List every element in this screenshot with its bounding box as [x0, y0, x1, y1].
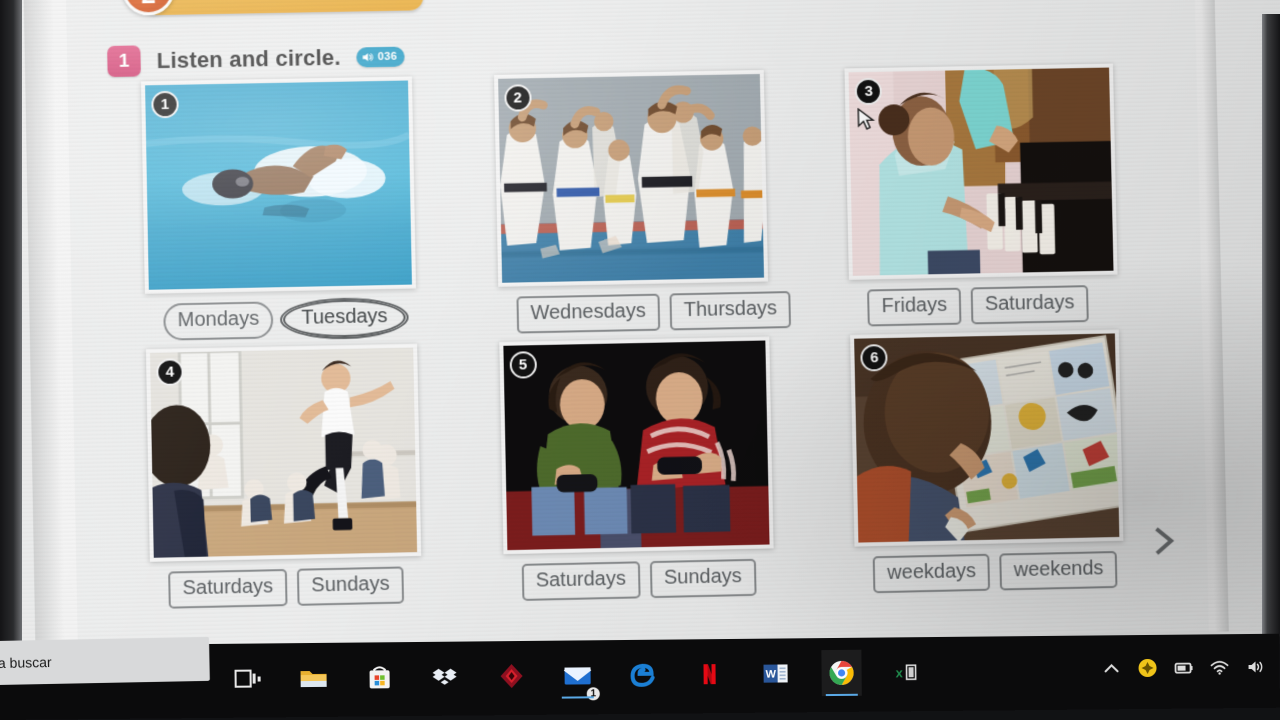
option-choice[interactable]: Wednesdays — [516, 293, 661, 334]
taskbar-item-microsoft-edge[interactable] — [623, 652, 663, 698]
volume-icon[interactable] — [1245, 657, 1265, 677]
item-image[interactable]: 3 — [844, 63, 1118, 280]
option-choice[interactable]: Mondays — [163, 301, 274, 341]
mail-unread-badge: 1 — [585, 686, 601, 702]
microsoft-edge-icon — [630, 663, 655, 687]
dropbox-icon — [432, 668, 457, 685]
taskbar-item-netflix[interactable] — [689, 651, 729, 697]
search-placeholder-text: ara buscar — [0, 653, 52, 672]
exercise-items-grid: 1 Mondays Tuesdays 2 Wednesdays Thursday… — [140, 63, 1151, 609]
item-image[interactable]: 1 — [140, 76, 417, 294]
option-choice[interactable]: Sundays — [296, 566, 404, 606]
reading-photo — [854, 333, 1120, 545]
option-choice[interactable]: Sundays — [649, 558, 757, 599]
option-choice[interactable]: Saturdays — [521, 561, 641, 601]
mouse-cursor-icon — [858, 108, 876, 132]
next-page-button[interactable] — [1145, 521, 1186, 562]
windows-search-box[interactable]: ara buscar — [0, 636, 210, 686]
exercise-instruction: Listen and circle. — [156, 44, 341, 73]
taskbar-item-file-explorer[interactable] — [293, 655, 333, 701]
notification-shield-icon[interactable] — [1137, 658, 1157, 678]
item-image[interactable]: 6 — [850, 329, 1124, 547]
microsoft-word-icon: W — [763, 664, 788, 683]
taskbar-item-task-view[interactable] — [227, 655, 267, 701]
lesson-banner: Lesson 5 Grammar — [141, 0, 424, 16]
taskbar-item-microsoft-word[interactable]: W — [755, 650, 795, 696]
monitor-screen: Lesson 5 Grammar 2 Grammar Reference Pag… — [0, 0, 1280, 671]
piano-photo — [848, 67, 1114, 278]
option-choice[interactable]: weekends — [999, 550, 1118, 591]
netflix-icon — [703, 664, 716, 685]
item-options: weekdays weekends — [855, 550, 1151, 594]
microsoft-store-icon — [369, 666, 390, 689]
exercise-item: 3 Fridays Saturdays — [844, 63, 1146, 327]
mail-icon — [563, 667, 592, 685]
option-choice[interactable]: Saturdays — [168, 568, 288, 609]
exercise-header: 1 Listen and circle. 036 — [107, 41, 405, 78]
audio-play-button[interactable]: 036 — [356, 46, 405, 67]
item-number-badge: 5 — [509, 351, 537, 379]
item-image[interactable]: 2 — [493, 69, 768, 287]
option-choice[interactable]: Thursdays — [669, 291, 792, 331]
exercise-item: 6 weekdays weekends — [850, 329, 1151, 594]
item-options: Saturdays Sundays — [150, 565, 449, 609]
taskbar-item-dropbox[interactable] — [425, 654, 465, 700]
taskbar-app-icons: 1 W x — [227, 649, 927, 702]
taskbar-item-mail[interactable]: 1 — [557, 652, 601, 702]
item-image[interactable]: 4 — [145, 343, 422, 562]
option-choice[interactable]: Fridays — [867, 287, 962, 327]
monitor-bezel-right — [1262, 14, 1280, 644]
item-image[interactable]: 5 — [498, 336, 774, 555]
windows-taskbar: ara buscar 1 W x — [0, 633, 1280, 720]
page-gutter-right — [1194, 0, 1229, 632]
excel-document-icon: x — [896, 664, 917, 680]
svg-text:x: x — [896, 665, 904, 680]
show-hidden-icons-chevron-up-icon[interactable] — [1101, 658, 1121, 678]
item-options: Wednesdays Thursdays — [498, 291, 795, 334]
battery-icon[interactable] — [1173, 658, 1193, 678]
workbook-page: Lesson 5 Grammar 2 Grammar Reference Pag… — [23, 0, 1229, 658]
taskbar-item-google-chrome[interactable] — [821, 649, 862, 697]
task-view-icon — [234, 669, 261, 688]
item-number-badge: 2 — [503, 84, 532, 112]
system-tray — [1101, 650, 1265, 686]
swimming-photo — [145, 80, 412, 291]
item-options: Saturdays Sundays — [503, 558, 801, 602]
exercise-number-badge: 1 — [107, 45, 141, 78]
taskbar-item-excel-document[interactable]: x — [887, 649, 927, 695]
speaker-icon — [362, 52, 374, 61]
karate-photo — [497, 74, 764, 285]
page-gutter-left — [23, 0, 78, 658]
google-chrome-icon — [829, 660, 854, 685]
option-choice-selected[interactable]: Tuesdays — [282, 298, 407, 339]
ballet-photo — [150, 347, 418, 560]
taskbar-item-microsoft-store[interactable] — [359, 654, 399, 700]
svg-text:W: W — [766, 669, 777, 681]
file-explorer-icon — [300, 671, 327, 688]
item-options: Fridays Saturdays — [849, 284, 1145, 327]
chevron-right-icon — [1152, 526, 1178, 556]
exercise-item: 1 Mondays Tuesdays — [140, 76, 444, 341]
exercise-item: 5 Saturdays Sundays — [498, 336, 801, 602]
monitor-photo: Lesson 5 Grammar 2 Grammar Reference Pag… — [0, 0, 1280, 720]
taskbar-item-omen-gaming-hub[interactable] — [491, 653, 531, 699]
item-options: Mondays Tuesdays — [145, 298, 444, 341]
option-choice[interactable]: weekdays — [872, 553, 991, 594]
exercise-item: 2 Wednesdays Thursdays — [493, 69, 796, 334]
video-games-photo — [503, 340, 770, 551]
option-choice[interactable]: Saturdays — [970, 285, 1089, 325]
audio-track-number: 036 — [377, 50, 398, 63]
monitor-bezel-left — [0, 0, 22, 660]
exercise-item: 4 Saturdays Sundays — [145, 343, 449, 609]
wifi-icon[interactable] — [1209, 657, 1229, 677]
omen-diamond-icon — [500, 664, 523, 689]
